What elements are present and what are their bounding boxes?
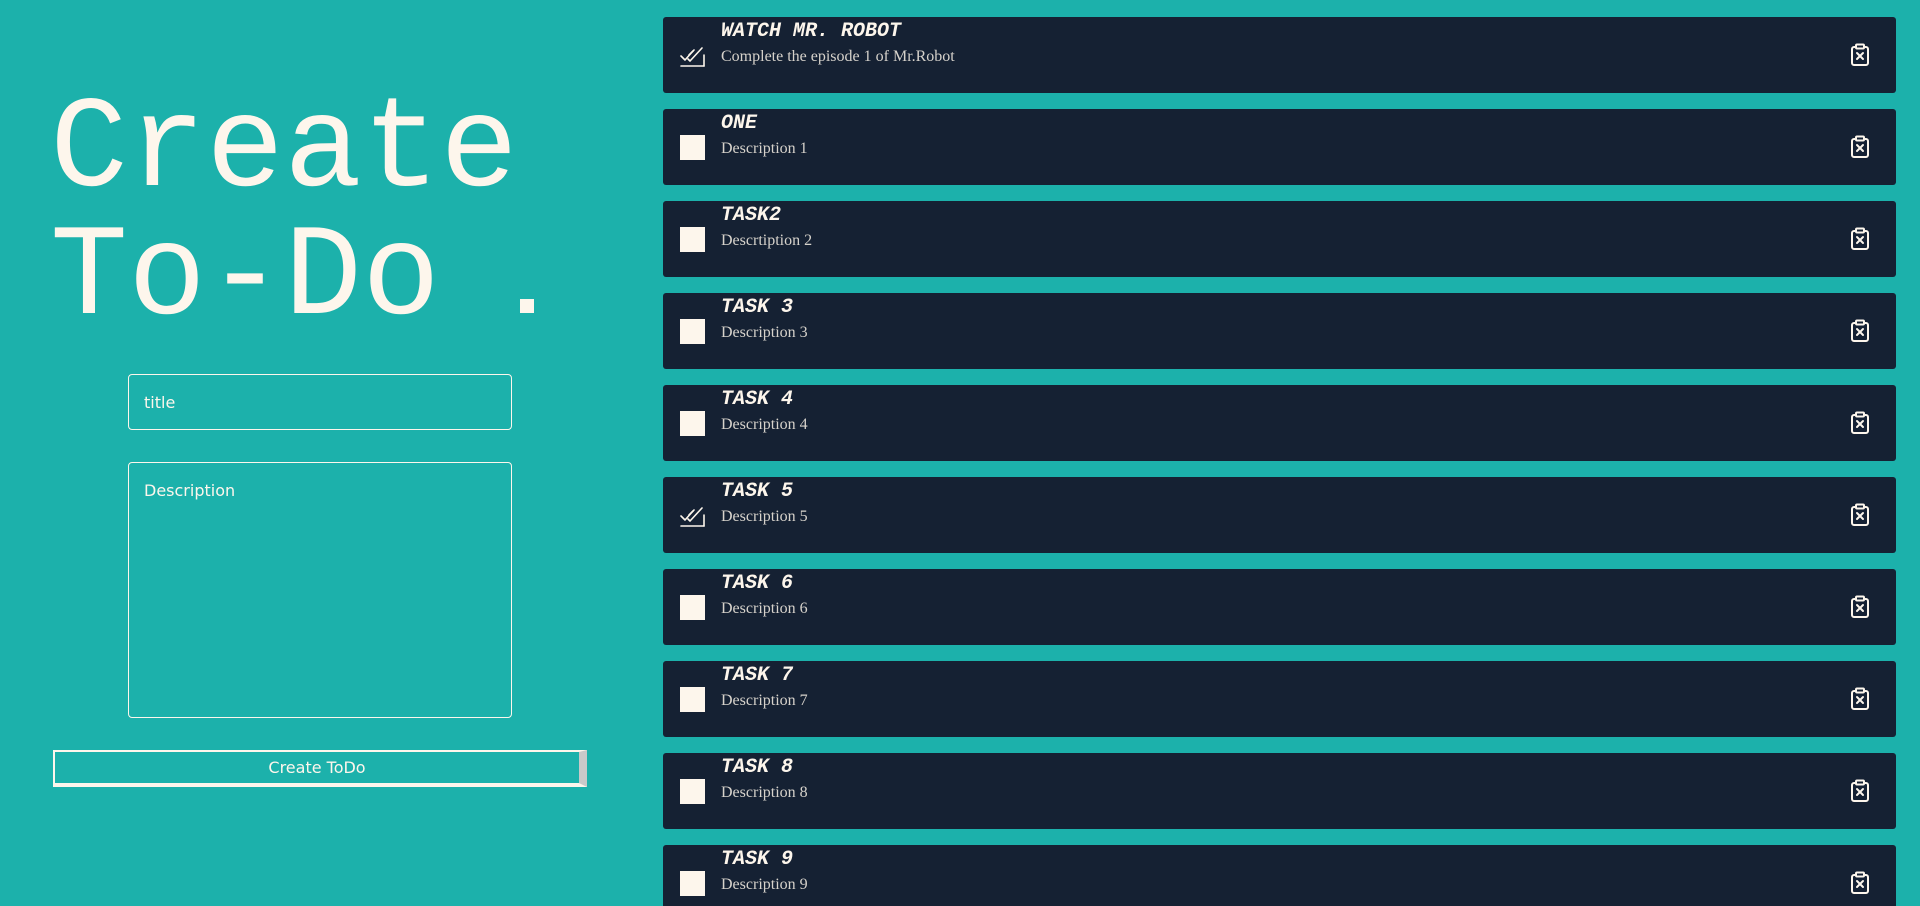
task-description: Description 1 (721, 140, 808, 157)
checkbox-icon[interactable] (680, 135, 705, 160)
page-title-line-2: To-Do (50, 215, 535, 345)
task-item: TASK 9 Description 9 (663, 845, 1896, 906)
task-item: TASK 7 Description 7 (663, 661, 1896, 737)
task-title: ONE (721, 112, 758, 135)
create-todo-button[interactable]: Create ToDo (53, 750, 587, 787)
page-title-line-2-text: To-Do (50, 206, 441, 353)
clipboard-delete-icon[interactable] (1849, 319, 1871, 343)
double-check-icon[interactable] (680, 503, 705, 528)
task-item: TASK 5 Description 5 (663, 477, 1896, 553)
clipboard-delete-icon[interactable] (1849, 135, 1871, 159)
task-title: WATCH MR. ROBOT (721, 20, 902, 43)
task-item: TASK 4 Description 4 (663, 385, 1896, 461)
checkbox-icon[interactable] (680, 779, 705, 804)
task-title: TASK 6 (721, 572, 794, 595)
checkbox-icon[interactable] (680, 871, 705, 896)
task-item: ONE Description 1 (663, 109, 1896, 185)
task-title: TASK 7 (721, 664, 794, 687)
task-item: TASK 8 Description 8 (663, 753, 1896, 829)
task-title: TASK 4 (721, 388, 794, 411)
task-item: TASK2 Descrtiption 2 (663, 201, 1896, 277)
task-item: TASK 3 Description 3 (663, 293, 1896, 369)
task-item: WATCH MR. ROBOT Complete the episode 1 of… (663, 17, 1896, 93)
task-description: Description 9 (721, 876, 808, 893)
clipboard-delete-icon[interactable] (1849, 871, 1871, 895)
checkbox-icon[interactable] (680, 687, 705, 712)
clipboard-delete-icon[interactable] (1849, 227, 1871, 251)
clipboard-delete-icon[interactable] (1849, 411, 1871, 435)
task-description: Description 6 (721, 600, 808, 617)
checkbox-icon[interactable] (680, 227, 705, 252)
todo-app: Create To-Do Create ToDo WATCH MR. ROBOT… (0, 0, 1920, 906)
task-description: Description 4 (721, 416, 808, 433)
task-description: Complete the episode 1 of Mr.Robot (721, 48, 955, 65)
task-description: Description 3 (721, 324, 808, 341)
double-check-icon[interactable] (680, 43, 705, 68)
checkbox-icon[interactable] (680, 595, 705, 620)
clipboard-delete-icon[interactable] (1849, 43, 1871, 67)
description-input[interactable] (128, 462, 512, 718)
create-todo-form: Create To-Do Create ToDo (0, 0, 640, 906)
task-title: TASK 3 (721, 296, 794, 319)
task-title: TASK 5 (721, 480, 794, 503)
clipboard-delete-icon[interactable] (1849, 779, 1871, 803)
checkbox-icon[interactable] (680, 319, 705, 344)
checkbox-icon[interactable] (680, 411, 705, 436)
task-title: TASK2 (721, 204, 782, 227)
page-title-line-1: Create (50, 78, 519, 225)
clipboard-delete-icon[interactable] (1849, 687, 1871, 711)
task-description: Descrtiption 2 (721, 232, 813, 249)
task-description: Description 5 (721, 508, 808, 525)
task-title: TASK 9 (721, 848, 794, 871)
clipboard-delete-icon[interactable] (1849, 503, 1871, 527)
clipboard-delete-icon[interactable] (1849, 595, 1871, 619)
task-title: TASK 8 (721, 756, 794, 779)
task-description: Description 8 (721, 784, 808, 801)
task-description: Description 7 (721, 692, 808, 709)
title-input[interactable] (128, 374, 512, 430)
page-title: Create To-Do (50, 78, 535, 345)
task-list: WATCH MR. ROBOT Complete the episode 1 of… (663, 17, 1896, 906)
title-dot (520, 299, 535, 313)
task-item: TASK 6 Description 6 (663, 569, 1896, 645)
